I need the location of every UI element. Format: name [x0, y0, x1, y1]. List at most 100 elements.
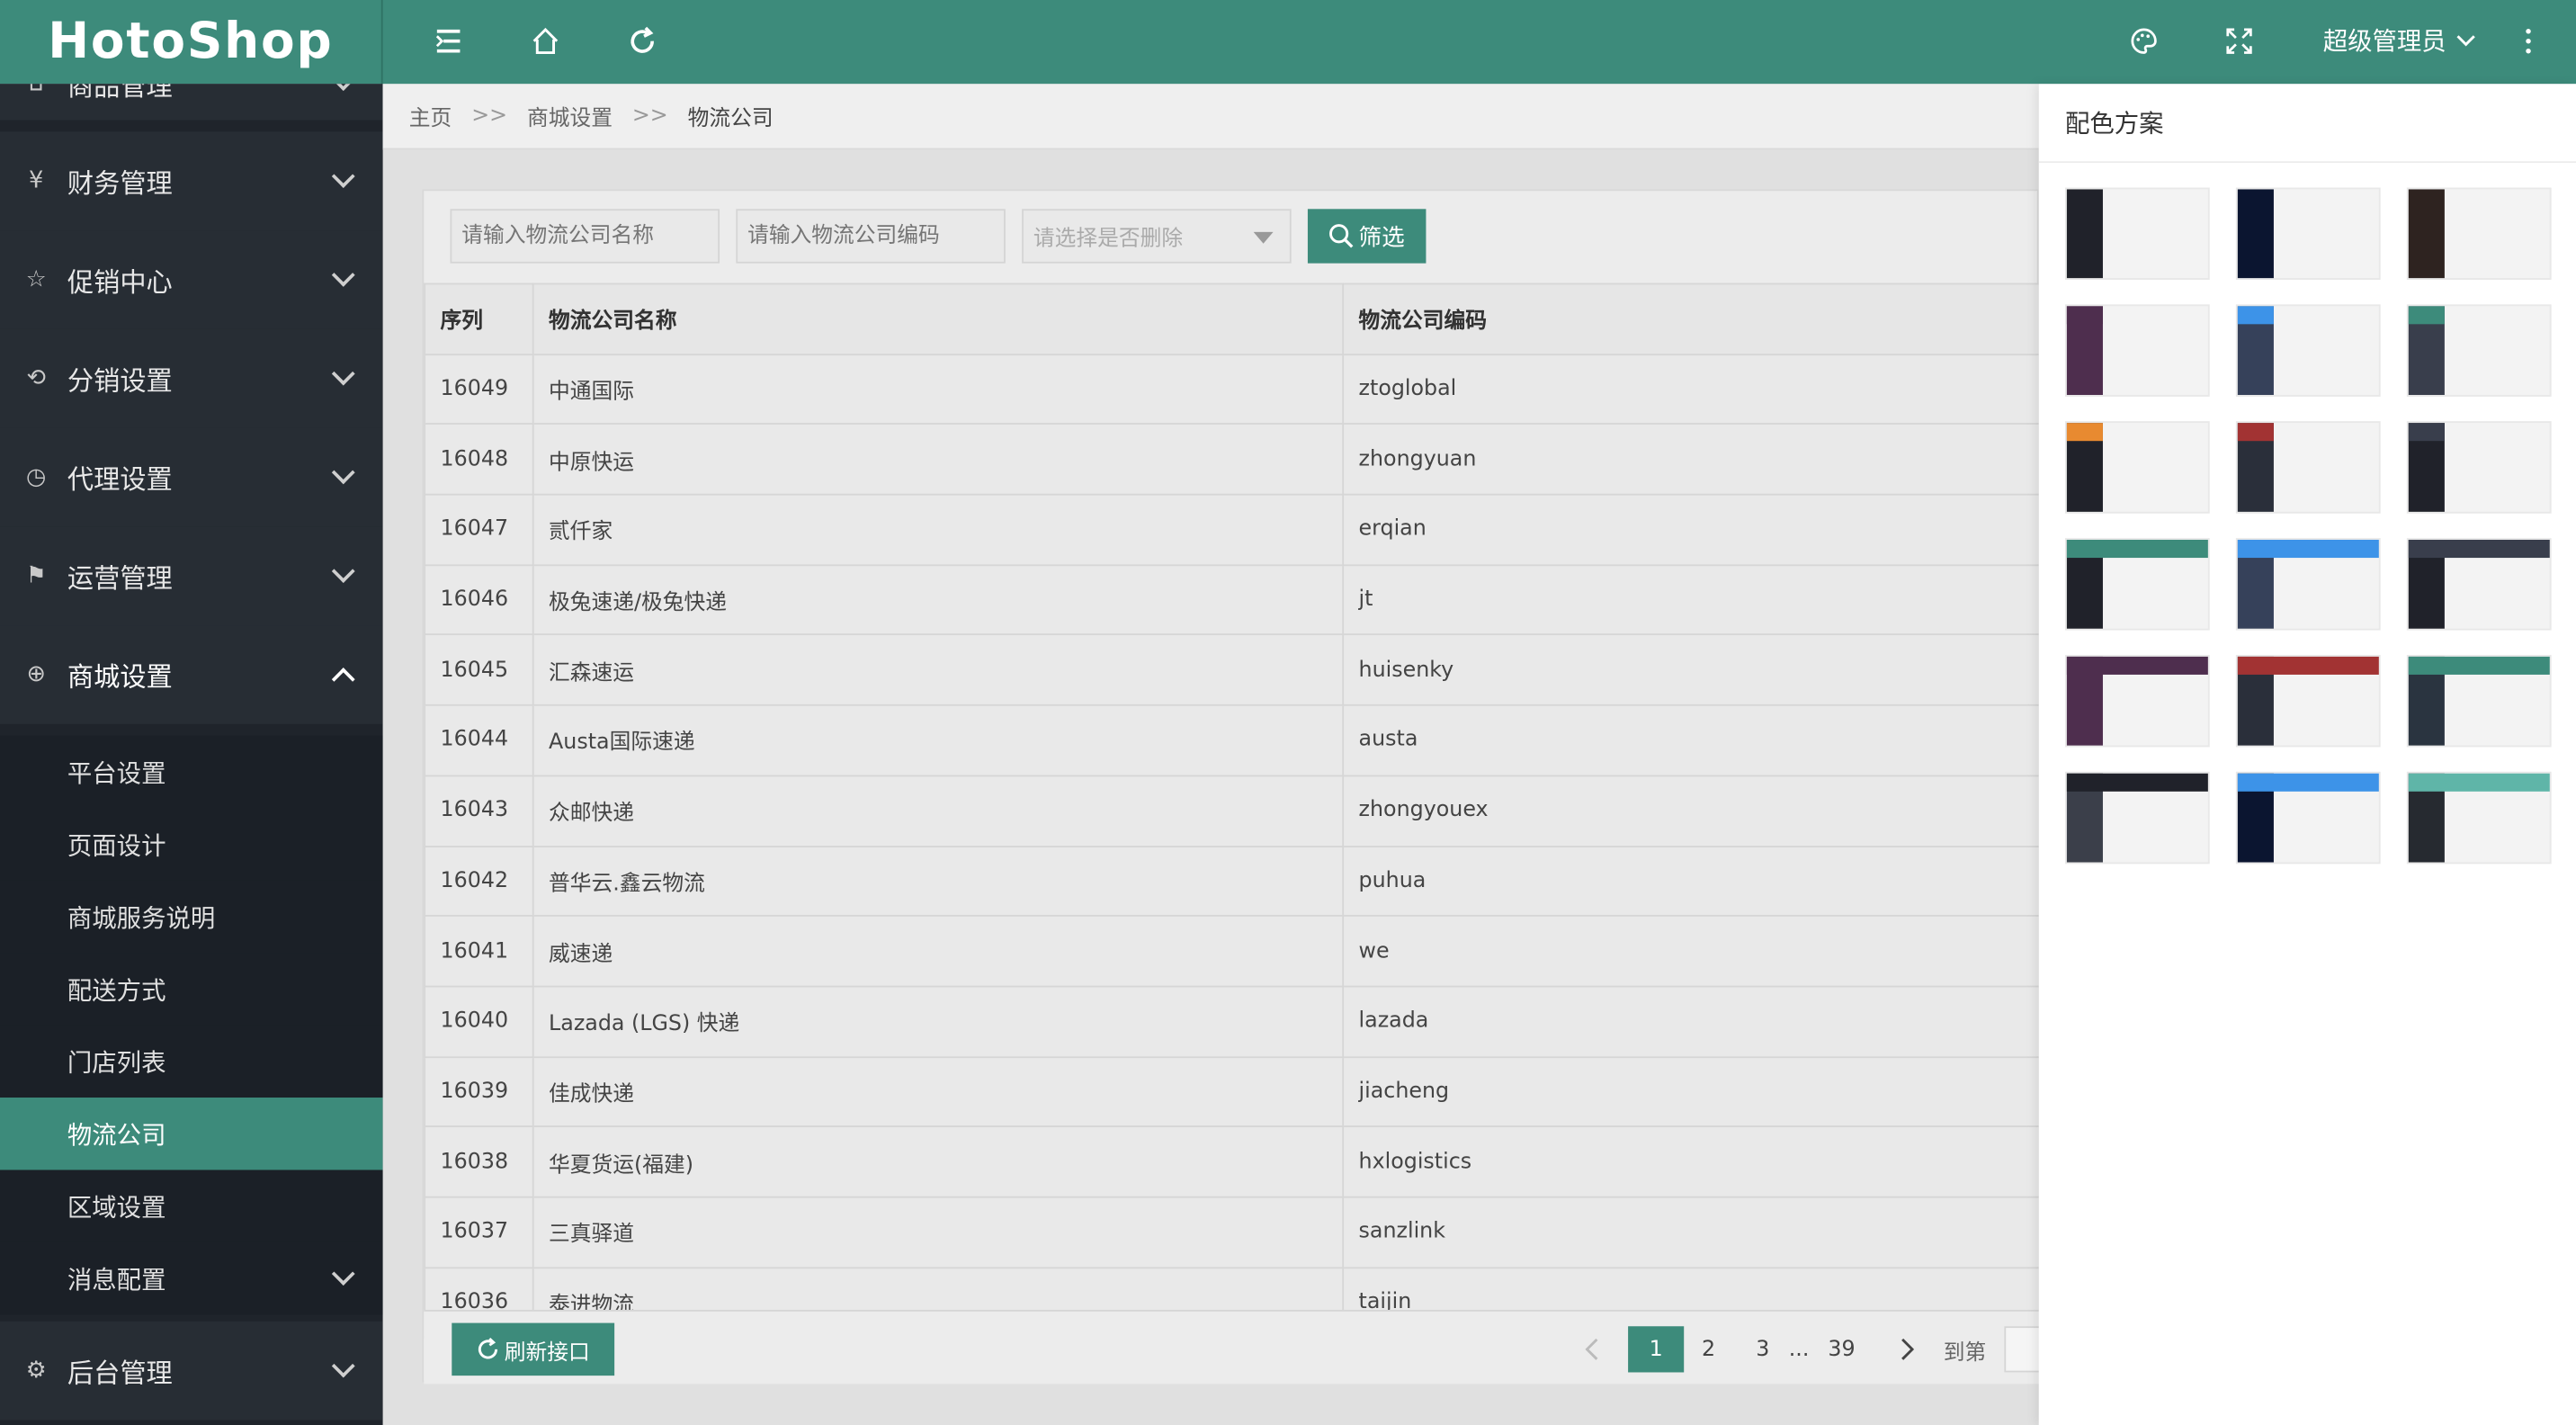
deleted-select-placeholder: 请选择是否删除: [1033, 227, 1184, 252]
refresh-icon[interactable]: [624, 23, 660, 59]
cell-name: 贰仟家: [532, 493, 1345, 566]
color-scheme-option[interactable]: [2406, 304, 2552, 397]
home-icon[interactable]: [527, 23, 563, 59]
page-button[interactable]: 3: [1745, 1326, 1781, 1372]
table-footer: 刷新接口 1 2 3 ... 39 到第: [424, 1309, 2054, 1385]
cell-code: sanzlink: [1342, 1196, 2041, 1268]
color-scheme-option[interactable]: [2406, 771, 2552, 865]
star-icon: ☆: [25, 266, 47, 293]
color-scheme-option[interactable]: [2406, 187, 2552, 280]
fullscreen-icon[interactable]: [2221, 23, 2257, 59]
table-row[interactable]: 16045 汇森速运 huisenky: [424, 634, 2041, 706]
color-scheme-option[interactable]: [2064, 421, 2210, 514]
table-row[interactable]: 16043 众邮快递 zhongyouex: [424, 775, 2041, 847]
color-scheme-option[interactable]: [2064, 771, 2210, 865]
color-scheme-option[interactable]: [2406, 538, 2552, 631]
content-panel: 请选择是否删除 筛选 序列 物流公司名称 物流公司编码 16049中通国际zto…: [422, 189, 2054, 1385]
user-menu[interactable]: 超级管理员: [2323, 23, 2476, 58]
scheme-header-preview: [2408, 306, 2445, 325]
color-scheme-option[interactable]: [2235, 421, 2381, 514]
column-header-index[interactable]: 序列: [424, 282, 534, 355]
sidebar-item-label: 平台设置: [67, 757, 166, 788]
sidebar-item-stores[interactable]: 门店列表: [0, 1025, 383, 1098]
sidebar-menu-mall-settings[interactable]: ⊕ 商城设置: [0, 625, 383, 724]
chevron-down-icon: [332, 169, 355, 193]
prev-page-button[interactable]: [1574, 1326, 1610, 1372]
sidebar-menu-promotion[interactable]: ☆ 促销中心: [0, 230, 383, 329]
gauge-icon: ◷: [26, 463, 47, 491]
sidebar-menu-label: 分销设置: [67, 365, 173, 397]
column-header-name[interactable]: 物流公司名称: [532, 282, 1345, 355]
sidebar-menu-agent[interactable]: ◷ 代理设置: [0, 427, 383, 527]
sidebar-menu-finance[interactable]: ¥ 财务管理: [0, 131, 383, 231]
deleted-select[interactable]: 请选择是否删除: [1022, 209, 1292, 264]
color-scheme-option[interactable]: [2235, 771, 2381, 865]
filter-button[interactable]: 筛选: [1307, 209, 1427, 264]
app-logo[interactable]: HotoShop: [0, 0, 383, 85]
table-row[interactable]: 16049 中通国际 ztoglobal: [424, 353, 2041, 426]
table-row[interactable]: 16040 Lazada (LGS) 快递 lazada: [424, 985, 2041, 1058]
color-scheme-option[interactable]: [2235, 187, 2381, 280]
scheme-header-preview: [2408, 773, 2550, 792]
sidebar-item-delivery[interactable]: 配送方式: [0, 953, 383, 1026]
sidebar-item-messages[interactable]: 消息配置: [0, 1241, 383, 1315]
drawer-title: 配色方案: [2064, 108, 2164, 139]
table-row[interactable]: 16042 普华云.鑫云物流 puhua: [424, 845, 2041, 918]
more-vertical-icon[interactable]: [2510, 23, 2546, 59]
cell-name: 众邮快递: [532, 775, 1345, 847]
page-button[interactable]: 39: [1820, 1326, 1863, 1372]
table-row[interactable]: 16038 华夏货运(福建) hxlogistics: [424, 1125, 2041, 1198]
cell-name: 普华云.鑫云物流: [532, 845, 1345, 918]
table-row[interactable]: 16041 威速递 we: [424, 915, 2041, 988]
table-row[interactable]: 16037 三真驿道 sanzlink: [424, 1196, 2041, 1268]
scheme-header-preview: [2408, 423, 2445, 442]
breadcrumb-parent[interactable]: 商城设置: [527, 101, 613, 131]
globe-icon: ⊕: [26, 661, 46, 688]
color-scheme-drawer: 配色方案: [2038, 84, 2576, 1425]
refresh-api-button[interactable]: 刷新接口: [452, 1322, 615, 1376]
page-button[interactable]: 1: [1628, 1326, 1685, 1373]
table-row[interactable]: 16039 佳成快递 jiacheng: [424, 1055, 2041, 1128]
column-header-code[interactable]: 物流公司编码: [1342, 282, 2041, 355]
color-scheme-option[interactable]: [2064, 654, 2210, 748]
cell-name: Austa国际速递: [532, 704, 1345, 776]
menu-toggle-icon[interactable]: [431, 23, 467, 59]
breadcrumb-home[interactable]: 主页: [409, 101, 452, 131]
scheme-sidebar-preview: [2408, 189, 2445, 279]
sidebar-menu-label: 运营管理: [67, 562, 173, 595]
table-row[interactable]: 16048 中原快运 zhongyuan: [424, 423, 2041, 496]
sidebar-item-logistics[interactable]: 物流公司: [0, 1098, 383, 1170]
color-scheme-option[interactable]: [2406, 421, 2552, 514]
sidebar-menu-admin[interactable]: ⚙ 后台管理: [0, 1321, 383, 1421]
table-row[interactable]: 16047 贰仟家 erqian: [424, 493, 2041, 566]
color-scheme-option[interactable]: [2406, 654, 2552, 748]
table-row[interactable]: 16044 Austa国际速递 austa: [424, 704, 2041, 776]
share-icon: ⟲: [26, 365, 46, 392]
color-scheme-option[interactable]: [2235, 654, 2381, 748]
palette-icon[interactable]: [2126, 23, 2162, 59]
cell-index: 16048: [424, 423, 534, 496]
sidebar-item-platform[interactable]: 平台设置: [0, 735, 383, 809]
next-page-button[interactable]: [1890, 1326, 1926, 1372]
cell-name: 中原快运: [532, 423, 1345, 496]
cell-name: 汇森速运: [532, 634, 1345, 706]
sidebar-menu-distribution[interactable]: ⟲ 分销设置: [0, 328, 383, 428]
table-row[interactable]: 16046 极兔速递/极兔快递 jt: [424, 563, 2041, 636]
page-button[interactable]: 2: [1691, 1326, 1727, 1372]
color-scheme-option[interactable]: [2064, 538, 2210, 631]
sidebar-item-service[interactable]: 商城服务说明: [0, 880, 383, 954]
scheme-header-preview: [2066, 539, 2208, 559]
color-scheme-option[interactable]: [2235, 304, 2381, 397]
color-scheme-option[interactable]: [2064, 304, 2210, 397]
color-scheme-option[interactable]: [2235, 538, 2381, 631]
breadcrumb-separator: >>: [471, 103, 508, 129]
sidebar-menu-operations[interactable]: ⚑ 运营管理: [0, 526, 383, 626]
cell-name: 极兔速递/极兔快递: [532, 563, 1345, 636]
company-code-input[interactable]: [736, 209, 1006, 264]
sidebar-item-page-design[interactable]: 页面设计: [0, 808, 383, 881]
color-scheme-option[interactable]: [2064, 187, 2210, 280]
company-name-input[interactable]: [450, 209, 720, 264]
sidebar-menu-products[interactable]: ⌂ 商品管理: [0, 84, 383, 121]
divider: [2038, 161, 2576, 164]
sidebar-item-region[interactable]: 区域设置: [0, 1170, 383, 1242]
